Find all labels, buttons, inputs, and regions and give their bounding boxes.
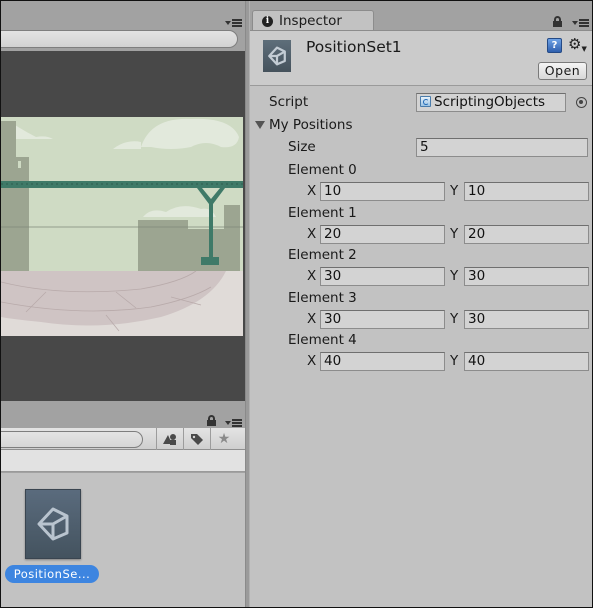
x-label: X: [307, 268, 317, 284]
object-icon: [263, 40, 291, 72]
y-input[interactable]: 30: [464, 310, 589, 329]
star-icon: ★: [217, 431, 231, 447]
y-input[interactable]: 10: [464, 182, 589, 201]
script-icon: [420, 96, 431, 107]
unity-editor-window: ★ PositionSe... i Inspector PositionSet1…: [0, 0, 593, 608]
x-input[interactable]: 30: [320, 267, 445, 286]
foldout-arrow-icon[interactable]: [255, 121, 265, 129]
filter-by-type-button[interactable]: [156, 428, 183, 450]
y-label: Y: [450, 183, 459, 199]
favorites-button[interactable]: ★: [210, 428, 237, 450]
script-row: Script ScriptingObjects: [250, 93, 592, 113]
building: [138, 220, 188, 271]
y-input[interactable]: 40: [464, 352, 589, 371]
x-label: X: [307, 183, 317, 199]
y-label: Y: [450, 311, 459, 327]
element-label: Element 2: [288, 247, 357, 263]
panel-options-icon[interactable]: [225, 418, 243, 428]
x-input[interactable]: 10: [320, 182, 445, 201]
inspector-panel: i Inspector PositionSet1 ? ⚙▼ Open Scrip…: [250, 1, 592, 607]
tab-inspector[interactable]: i Inspector: [252, 10, 374, 31]
game-preview-image: [1, 117, 243, 336]
element-vector-row: X 30 Y 30: [250, 310, 592, 330]
x-label: X: [307, 311, 317, 327]
project-asset-grid: PositionSe...: [1, 473, 245, 607]
foldout-label: My Positions: [269, 117, 353, 133]
y-input[interactable]: 30: [464, 267, 589, 286]
element-label: Element 4: [288, 332, 357, 348]
script-field[interactable]: ScriptingObjects: [416, 93, 566, 112]
asset-item[interactable]: [25, 489, 81, 559]
info-icon: i: [262, 15, 273, 27]
object-title: PositionSet1: [306, 38, 402, 56]
unity-asset-icon: [37, 507, 69, 541]
element-header: Element 0: [250, 161, 592, 181]
lock-icon[interactable]: [207, 415, 216, 426]
panel-options-icon[interactable]: [572, 18, 590, 28]
element-header: Element 3: [250, 289, 592, 309]
y-label: Y: [450, 226, 459, 242]
element-label: Element 0: [288, 162, 357, 178]
scene-illustration: [1, 117, 243, 336]
script-value: ScriptingObjects: [434, 94, 546, 110]
asset-name-label[interactable]: PositionSe...: [5, 565, 99, 583]
x-input[interactable]: 40: [320, 352, 445, 371]
project-search-input[interactable]: [1, 431, 143, 448]
element-vector-row: X 30 Y 30: [250, 267, 592, 287]
gear-glyph: ⚙: [568, 35, 582, 53]
project-panel: ★ PositionSe...: [1, 406, 247, 607]
scene-panel: [1, 1, 247, 406]
shapes-icon: [163, 434, 176, 445]
unity-asset-icon: [268, 46, 286, 66]
x-label: X: [307, 353, 317, 369]
tower: [1, 121, 16, 271]
scene-viewport[interactable]: [1, 51, 245, 401]
tag-icon: [191, 434, 203, 445]
inspector-header: PositionSet1 ? ⚙▼ Open: [250, 30, 592, 86]
y-input[interactable]: 20: [464, 225, 589, 244]
inspector-tabbar: i Inspector: [250, 1, 592, 31]
size-input[interactable]: 5: [416, 138, 588, 157]
object-picker-icon[interactable]: [576, 97, 587, 108]
element-label: Element 1: [288, 205, 357, 221]
project-toolbar: ★: [1, 428, 245, 450]
panel-options-icon[interactable]: [225, 18, 243, 28]
gear-icon[interactable]: ⚙▼: [568, 35, 588, 53]
size-row: Size 5: [250, 138, 592, 158]
script-label: Script: [269, 94, 309, 110]
x-label: X: [307, 226, 317, 242]
lock-icon[interactable]: [553, 16, 562, 27]
element-vector-row: X 20 Y 20: [250, 225, 592, 245]
project-breadcrumb-bar: [1, 450, 245, 472]
scene-search-input[interactable]: [1, 30, 238, 48]
y-label: Y: [450, 268, 459, 284]
y-label: Y: [450, 353, 459, 369]
my-positions-foldout[interactable]: My Positions: [250, 116, 592, 136]
x-input[interactable]: 30: [320, 310, 445, 329]
filter-by-label-button[interactable]: [183, 428, 210, 450]
element-label: Element 3: [288, 290, 357, 306]
size-label: Size: [288, 139, 316, 155]
open-button[interactable]: Open: [538, 62, 587, 80]
element-header: Element 2: [250, 246, 592, 266]
element-vector-row: X 40 Y 40: [250, 352, 592, 372]
element-header: Element 1: [250, 204, 592, 224]
x-input[interactable]: 20: [320, 225, 445, 244]
tab-label: Inspector: [279, 13, 342, 29]
element-header: Element 4: [250, 331, 592, 351]
element-vector-row: X 10 Y 10: [250, 182, 592, 202]
help-icon[interactable]: ?: [547, 38, 562, 53]
